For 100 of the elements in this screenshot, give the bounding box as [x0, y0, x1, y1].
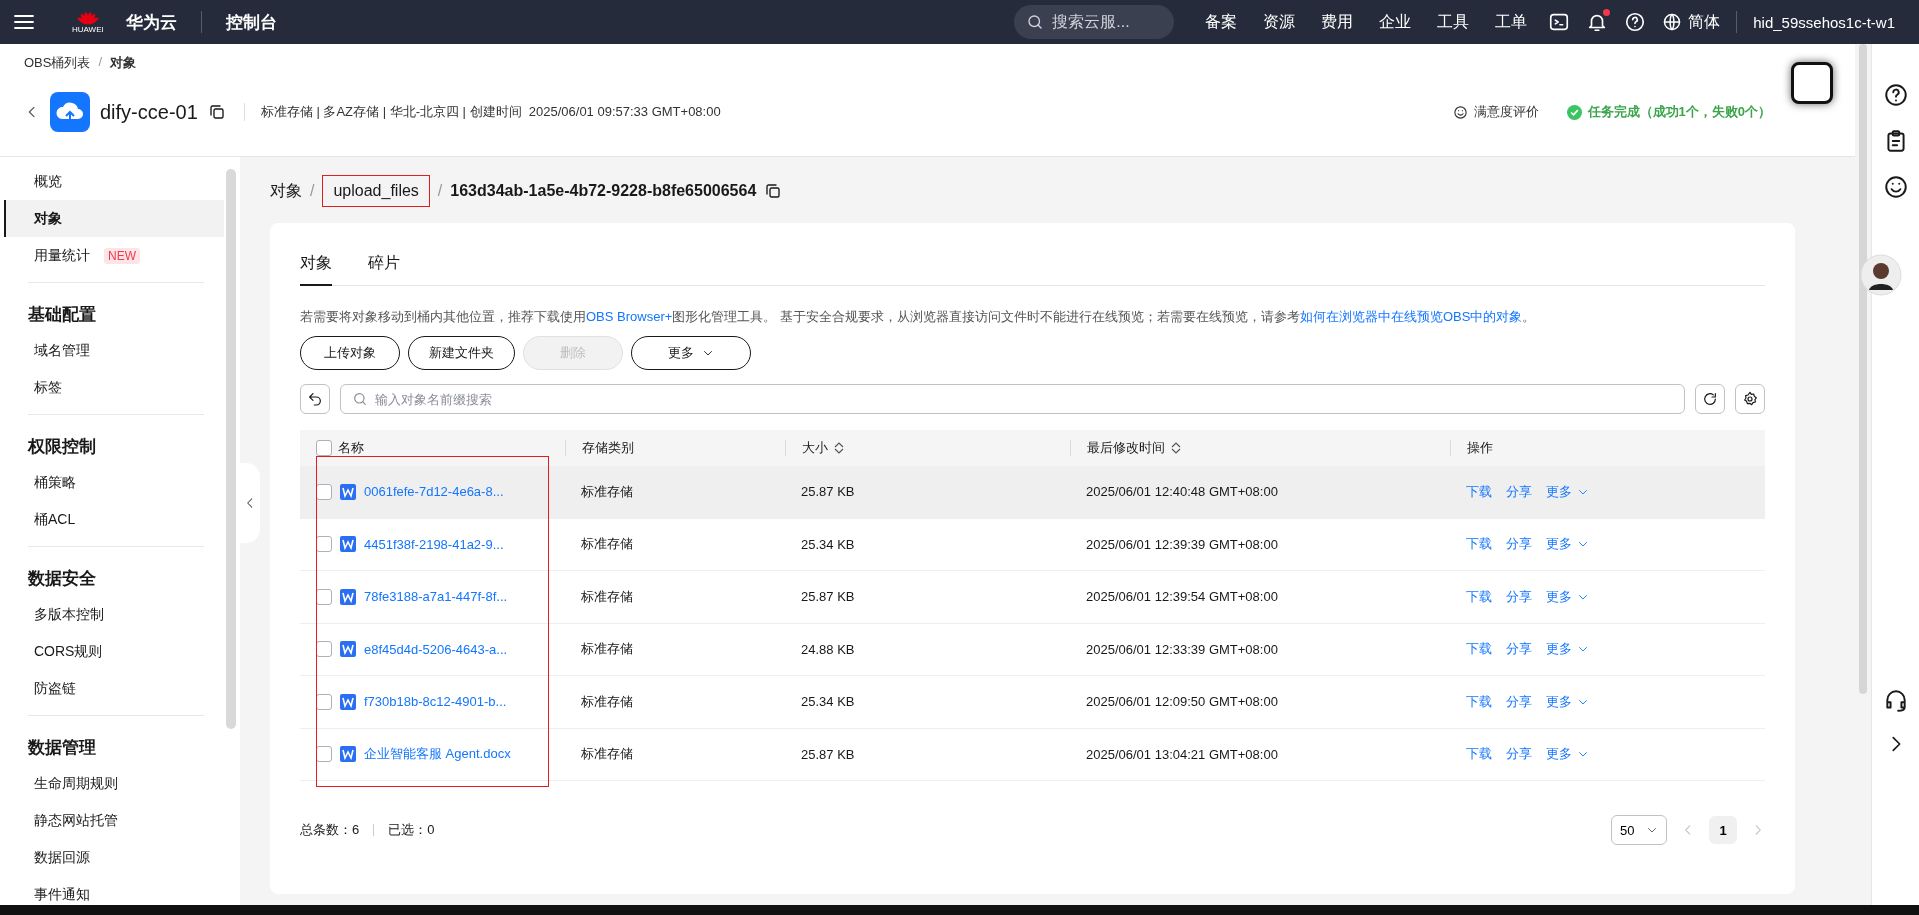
help-link[interactable]: OBS Browser+	[586, 309, 673, 324]
console-link[interactable]: 控制台	[225, 10, 277, 34]
refresh-icon	[1702, 391, 1718, 407]
nav-link[interactable]: 资源	[1263, 11, 1296, 33]
action-link[interactable]: 更多	[1546, 640, 1589, 659]
user-name[interactable]: hid_59ssehos1c-t-w1	[1753, 13, 1895, 31]
copy-icon[interactable]	[764, 182, 783, 200]
action-link[interactable]: 分享	[1506, 535, 1532, 554]
sort-icon[interactable]	[1171, 441, 1181, 455]
nav-link[interactable]: 备案	[1205, 11, 1238, 33]
notice-text: 若需要将对象移动到桶内其他位置，推荐下载使用OBS Browser+图形化管理工具。 基于安全合规要求，从浏览器直接访问文件时不能进行在线预览；若需要在线预览，请参考如何在浏览器中在线预览OBS中的对象。	[300, 308, 1537, 326]
checkbox[interactable]	[316, 440, 332, 456]
sort-icon[interactable]	[834, 441, 844, 455]
action-link[interactable]: 分享	[1506, 745, 1532, 764]
smiley-icon[interactable]	[1882, 174, 1909, 200]
sidebar-heading: 数据管理	[27, 737, 97, 759]
action-link[interactable]: 下载	[1466, 482, 1492, 501]
action-link[interactable]: 下载	[1466, 640, 1492, 659]
smiley-icon[interactable]	[1452, 104, 1468, 120]
sidebar-item[interactable]: 事件通知	[4, 876, 224, 913]
table-cell-text: 2025/06/01 12:33:39 GMT+08:00	[1085, 641, 1279, 657]
file-link[interactable]: 0061fefe-7d12-4e6a-8...	[364, 484, 504, 500]
sidebar-heading: 数据安全	[27, 568, 97, 590]
action-link[interactable]: 更多	[1546, 482, 1589, 501]
file-link[interactable]: 企业智能客服 Agent.docx	[364, 745, 511, 764]
total-count: 总条数：6	[300, 821, 360, 839]
globe-icon[interactable]	[1662, 12, 1683, 32]
document-icon	[340, 536, 356, 553]
more-dropdown[interactable]: 更多	[631, 336, 751, 370]
sidebar-item[interactable]: 防盗链	[4, 670, 224, 707]
bucket-name: dify-cce-01	[100, 100, 198, 124]
undo-icon	[307, 391, 323, 407]
tab[interactable]: 对象	[300, 245, 332, 286]
help-icon[interactable]	[1882, 82, 1909, 108]
action-link[interactable]: 更多	[1546, 587, 1589, 606]
file-link[interactable]: 78fe3188-a7a1-447f-8f...	[364, 589, 508, 605]
nav-link[interactable]: 费用	[1321, 11, 1354, 33]
path-link[interactable]: upload_files	[322, 175, 430, 207]
help-link[interactable]: 如何在浏览器中在线预览OBS中的对象	[1299, 309, 1523, 324]
flower-logo-icon	[76, 10, 99, 25]
scrollbar[interactable]	[1859, 44, 1867, 694]
settings-button[interactable]	[1735, 384, 1765, 414]
sidebar-item[interactable]: 多版本控制	[4, 596, 224, 633]
action-link[interactable]: 分享	[1506, 640, 1532, 659]
breadcrumb-link[interactable]: OBS桶列表	[24, 54, 91, 72]
file-link[interactable]: e8f45d4d-5206-4643-a...	[364, 641, 508, 657]
tab[interactable]: 碎片	[368, 245, 400, 286]
sidebar-item[interactable]: 用量统计 NEW	[4, 237, 224, 274]
sidebar-item[interactable]: 对象	[4, 200, 224, 237]
table-cell-text: 2025/06/01 12:40:48 GMT+08:00	[1085, 484, 1279, 500]
copy-icon[interactable]	[207, 103, 226, 121]
page-size-select[interactable]: 50	[1611, 815, 1667, 845]
action-link[interactable]: 下载	[1466, 692, 1492, 711]
file-link[interactable]: f730b18b-8c12-4901-b...	[364, 694, 507, 710]
refresh-button[interactable]	[1695, 384, 1725, 414]
action-button[interactable]: 新建文件夹	[408, 336, 515, 370]
action-link[interactable]: 分享	[1506, 587, 1532, 606]
action-link[interactable]: 更多	[1546, 745, 1589, 764]
table-cell-text: 2025/06/01 12:09:50 GMT+08:00	[1085, 694, 1279, 710]
action-link[interactable]: 下载	[1466, 587, 1492, 606]
page-button[interactable]: 1	[1709, 816, 1737, 844]
action-link[interactable]: 更多	[1546, 692, 1589, 711]
action-button[interactable]: 上传对象	[300, 336, 400, 370]
terminal-icon[interactable]	[1548, 11, 1571, 33]
table-cell-text: 2025/06/01 13:04:21 GMT+08:00	[1085, 746, 1279, 762]
sidebar-item[interactable]: 桶策略	[4, 464, 224, 501]
action-link[interactable]: 下载	[1466, 535, 1492, 554]
action-link[interactable]: 下载	[1466, 745, 1492, 764]
sidebar-item[interactable]: CORS规则	[4, 633, 224, 670]
rating-link[interactable]: 满意度评价	[1473, 103, 1539, 121]
nav-link[interactable]: 工单	[1495, 11, 1528, 33]
file-link[interactable]: 4451f38f-2198-41a2-9...	[364, 536, 504, 552]
action-link[interactable]: 分享	[1506, 482, 1532, 501]
sidebar-item[interactable]: 静态网站托管	[4, 802, 224, 839]
sidebar-item[interactable]: 桶ACL	[4, 501, 224, 538]
path-link[interactable]: 对象	[270, 180, 302, 202]
collapse-handle[interactable]	[240, 463, 260, 543]
table-row[interactable]: 0061fefe-7d12-4e6a-8... 标准存储 25.87 KB 2025/06/01 12:40:48 GMT+08:00 下载 分享 更多	[300, 466, 1765, 519]
scrollbar[interactable]	[226, 169, 236, 729]
nav-link[interactable]: 企业	[1379, 11, 1412, 33]
language-menu[interactable]: 简体	[1688, 11, 1721, 33]
floating-panel[interactable]	[1791, 62, 1833, 104]
search-field[interactable]: 搜索云服...	[1014, 5, 1175, 39]
search-field[interactable]: 输入对象名前缀搜索	[340, 384, 1685, 414]
action-link[interactable]: 分享	[1506, 692, 1532, 711]
action-link[interactable]: 更多	[1546, 535, 1589, 554]
back-button[interactable]	[300, 384, 330, 414]
sidebar-item[interactable]: 域名管理	[4, 332, 224, 369]
help-icon[interactable]	[1624, 11, 1647, 33]
sidebar-item[interactable]: 生命周期规则	[4, 765, 224, 802]
brand-name: 华为云	[125, 11, 177, 34]
nav-link[interactable]: 工具	[1437, 11, 1470, 33]
table-cell-text: 2025/06/01 12:39:54 GMT+08:00	[1085, 589, 1279, 605]
sidebar-item[interactable]: 数据回源	[4, 839, 224, 876]
avatar-icon[interactable]	[1859, 254, 1902, 296]
sidebar-item[interactable]: 概览	[4, 163, 224, 200]
bucket-info: 标准存储 | 多AZ存储 | 华北-北京四 | 创建时间 2025/06/01 09:57:33 GMT+08:00	[243, 103, 721, 121]
sidebar-item[interactable]: 标签	[4, 369, 224, 406]
path-separator: /	[437, 182, 443, 200]
search-icon	[352, 391, 368, 407]
